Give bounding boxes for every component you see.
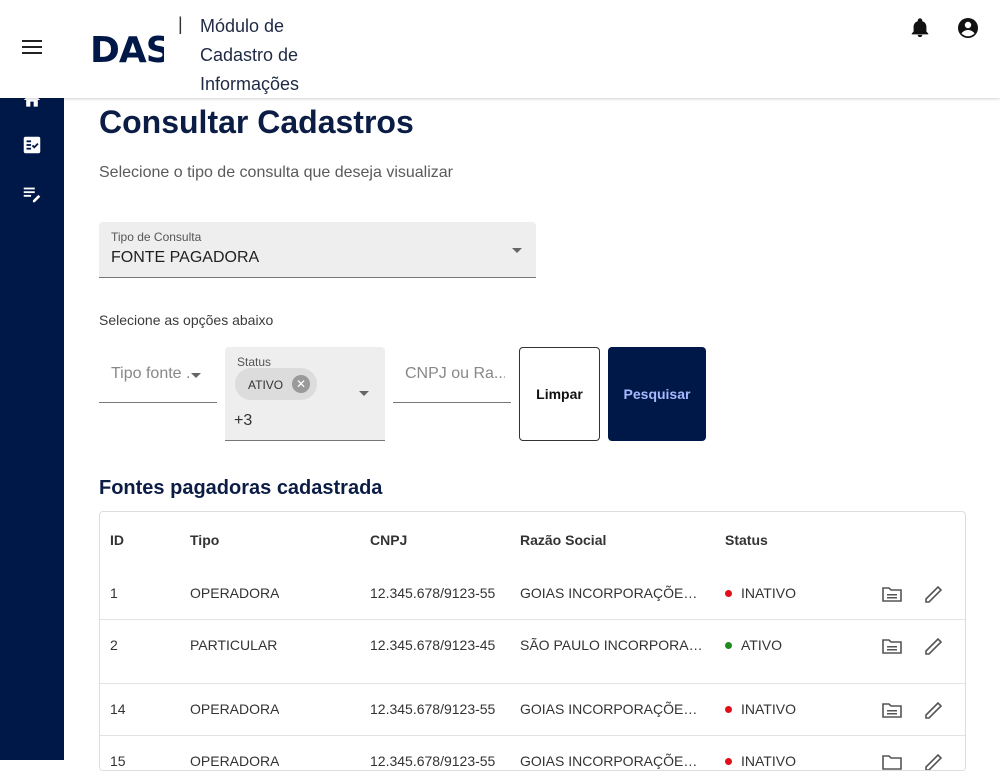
cell-status: ATIVO — [741, 637, 782, 653]
table-title: Fontes pagadoras cadastrada — [99, 477, 383, 499]
tipo-fonte-placeholder: Tipo fonte ... — [111, 365, 191, 382]
cell-razao: GOIAS INCORPORAÇÕES L... — [520, 701, 705, 717]
status-chip[interactable]: ATIVO ✕ — [235, 368, 317, 400]
cell-razao: GOIAS INCORPORAÇÕES L... — [520, 585, 705, 601]
page-subtitle: Selecione o tipo de consulta que deseja … — [99, 164, 454, 181]
cell-status: INATIVO — [741, 701, 796, 717]
cell-cnpj: 12.345.678/9123-55 — [370, 753, 496, 769]
cell-razao: SÃO PAULO INCORPORAÇ... — [520, 637, 705, 653]
table-row[interactable]: 15 OPERADORA 12.345.678/9123-55 GOIAS IN… — [100, 736, 965, 770]
cell-cnpj: 12.345.678/9123-55 — [370, 701, 496, 717]
cell-status: INATIVO — [741, 753, 796, 769]
consult-type-label: Tipo de Consulta — [111, 230, 202, 244]
table-row[interactable]: 1 OPERADORA 12.345.678/9123-55 GOIAS INC… — [100, 568, 965, 620]
header-divider: | — [178, 14, 183, 34]
status-chip-label: ATIVO — [248, 378, 284, 392]
cnpj-input[interactable]: CNPJ ou Ra... — [393, 347, 511, 403]
folder-icon[interactable] — [880, 582, 904, 606]
tipo-fonte-select[interactable]: Tipo fonte ... — [99, 347, 217, 403]
chevron-down-icon — [512, 248, 522, 253]
page-title: Consultar Cadastros — [99, 104, 414, 140]
cell-status: INATIVO — [741, 585, 796, 601]
sidebar — [0, 0, 64, 760]
dasa-logo: DASA — [90, 30, 164, 68]
cnpj-placeholder: CNPJ ou Ra... — [405, 365, 505, 382]
checklist-icon[interactable] — [20, 133, 44, 157]
chevron-down-icon — [359, 391, 369, 396]
table-row[interactable]: 2 PARTICULAR 12.345.678/9123-45 SÃO PAUL… — [100, 620, 965, 660]
edit-list-icon[interactable] — [20, 182, 44, 206]
cell-cnpj: 12.345.678/9123-55 — [370, 585, 496, 601]
pencil-icon[interactable] — [922, 698, 946, 722]
cell-id: 14 — [110, 701, 126, 717]
chip-remove-icon[interactable]: ✕ — [292, 375, 310, 393]
menu-icon[interactable] — [22, 40, 42, 56]
cell-razao: GOIAS INCORPORAÇÕES L... — [520, 753, 705, 769]
cell-id: 2 — [110, 637, 118, 653]
app-header: DASA | Módulo de Cadastro de Informações — [0, 0, 1000, 98]
module-title: Módulo de Cadastro de Informações — [200, 16, 300, 94]
folder-icon[interactable] — [880, 698, 904, 722]
clear-button[interactable]: Limpar — [519, 347, 600, 441]
cell-tipo: OPERADORA — [190, 753, 280, 769]
folder-icon[interactable] — [880, 750, 904, 770]
account-icon[interactable] — [956, 16, 980, 40]
svg-text:DASA: DASA — [90, 30, 164, 68]
header-status: Status — [725, 532, 768, 548]
cell-tipo: OPERADORA — [190, 701, 280, 717]
consult-type-value: FONTE PAGADORA — [111, 249, 260, 266]
status-dot-icon — [725, 758, 732, 765]
status-dot-icon — [725, 706, 732, 713]
cell-id: 15 — [110, 753, 126, 769]
bell-icon[interactable] — [909, 17, 931, 39]
header-id: ID — [110, 532, 124, 548]
cell-tipo: OPERADORA — [190, 585, 280, 601]
pencil-icon[interactable] — [922, 582, 946, 606]
payers-table: ID Tipo CNPJ Razão Social Status 1 OPERA… — [99, 511, 966, 771]
search-button[interactable]: Pesquisar — [608, 347, 706, 441]
folder-icon[interactable] — [880, 634, 904, 658]
main-content: Consultar Cadastros Selecione o tipo de … — [64, 98, 1000, 771]
table-row[interactable]: 14 OPERADORA 12.345.678/9123-55 GOIAS IN… — [100, 684, 965, 736]
status-dot-icon — [725, 590, 732, 597]
cell-id: 1 — [110, 585, 118, 601]
consult-type-select[interactable]: Tipo de Consulta FONTE PAGADORA — [99, 222, 536, 278]
cell-cnpj: 12.345.678/9123-45 — [370, 637, 496, 653]
status-more-count: +3 — [234, 412, 253, 429]
chevron-down-icon — [191, 373, 201, 378]
cell-tipo: PARTICULAR — [190, 637, 278, 653]
header-cnpj: CNPJ — [370, 532, 408, 548]
status-dot-icon — [725, 642, 732, 649]
options-label: Selecione as opções abaixo — [99, 312, 274, 328]
header-razao: Razão Social — [520, 532, 607, 548]
pencil-icon[interactable] — [922, 634, 946, 658]
pencil-icon[interactable] — [922, 750, 946, 770]
status-select[interactable]: Status ATIVO ✕ +3 — [225, 347, 385, 441]
header-tipo: Tipo — [190, 532, 220, 548]
status-label: Status — [237, 355, 272, 369]
